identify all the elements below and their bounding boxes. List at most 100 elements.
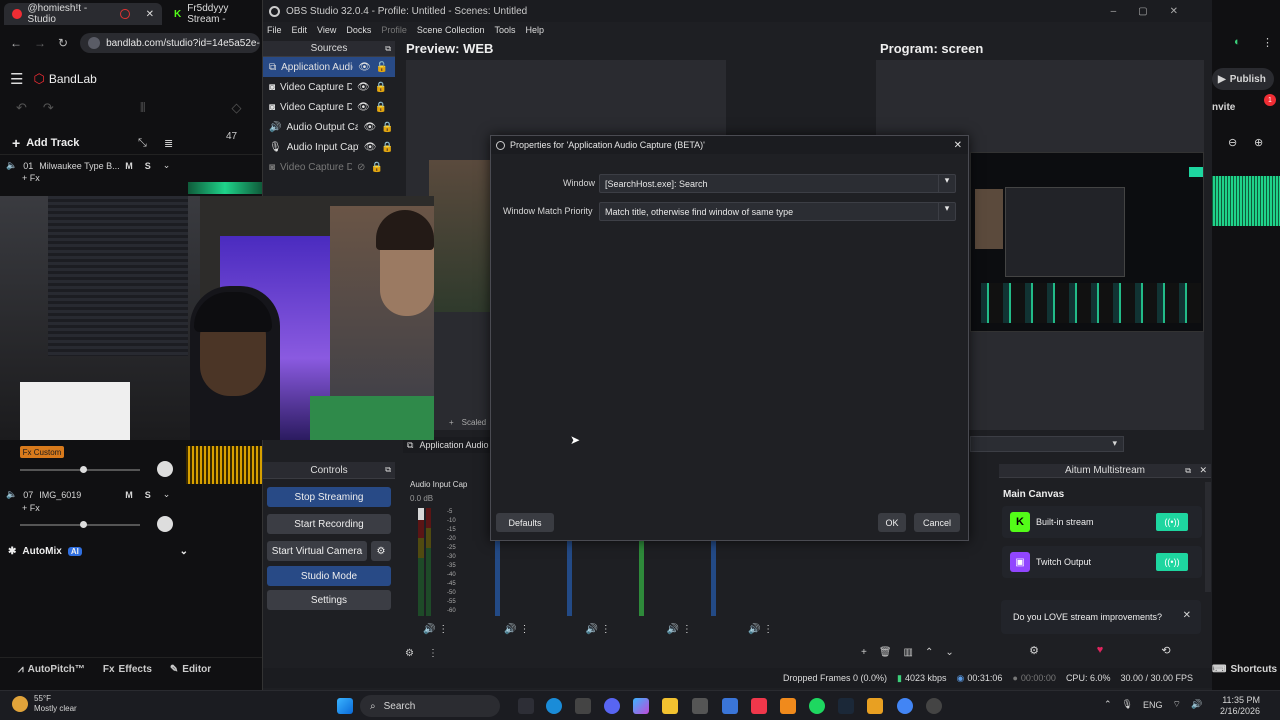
dock-float-icon[interactable]: ⧉ bbox=[385, 44, 391, 54]
volume-icon[interactable]: 🔊 ⋮ bbox=[585, 624, 610, 635]
bandlab-app-icon[interactable] bbox=[867, 698, 883, 714]
editor-button[interactable]: ✎ Editor bbox=[170, 664, 211, 675]
automix-row[interactable]: ✱ AutoMix AI ⌄ bbox=[8, 546, 188, 557]
ok-button[interactable]: OK bbox=[878, 513, 906, 532]
fx-custom-badge[interactable]: Fx Custom bbox=[20, 446, 64, 458]
eye-icon[interactable]: 👁 bbox=[357, 102, 370, 113]
close-icon[interactable]: ✕ bbox=[1199, 465, 1207, 476]
chrome-icon[interactable] bbox=[897, 698, 913, 714]
stream-toggle-button[interactable]: ((•)) bbox=[1156, 513, 1188, 531]
menu-docks[interactable]: Docks bbox=[346, 25, 371, 35]
shortcuts-button[interactable]: ⌨ Shortcuts bbox=[1212, 664, 1277, 675]
chevron-down-icon[interactable]: ⌄ bbox=[163, 489, 171, 500]
output-row[interactable]: K Built-in stream ((•)) bbox=[1002, 506, 1202, 538]
epic-games-icon[interactable] bbox=[575, 698, 591, 714]
tuner-icon[interactable]: ◇ bbox=[232, 100, 242, 116]
taskbar-search[interactable]: ⌕ Search bbox=[360, 695, 500, 717]
lock-icon[interactable]: 🔒 bbox=[375, 102, 387, 113]
menu-scene-collection[interactable]: Scene Collection bbox=[417, 25, 485, 35]
lock-icon[interactable]: 🔒 bbox=[381, 142, 393, 153]
scrollbar[interactable] bbox=[1205, 482, 1211, 592]
source-item[interactable]: ◙ Video Capture Dev 👁 🔒 bbox=[263, 77, 395, 97]
menu-view[interactable]: View bbox=[317, 25, 336, 35]
lock-icon[interactable]: 🔒 bbox=[381, 122, 393, 133]
solo-button[interactable]: S bbox=[145, 490, 151, 500]
window-controls[interactable]: –▢✕ bbox=[1111, 6, 1212, 17]
sliders-icon[interactable]: ≣ bbox=[164, 137, 173, 150]
eye-icon[interactable]: 👁 bbox=[357, 82, 370, 93]
eye-icon[interactable]: 👁 bbox=[363, 122, 376, 133]
pan-knob[interactable] bbox=[157, 516, 173, 532]
hamburger-icon[interactable]: ☰ bbox=[10, 70, 23, 88]
up-arrow-icon[interactable]: ⌃ bbox=[925, 647, 933, 658]
menu-help[interactable]: Help bbox=[525, 25, 544, 35]
down-arrow-icon[interactable]: ⌄ bbox=[945, 647, 953, 658]
mixer-settings-icon[interactable]: ⚙ bbox=[405, 648, 414, 659]
solo-button[interactable]: S bbox=[145, 161, 151, 171]
spotify-icon[interactable] bbox=[809, 698, 825, 714]
dock-float-icon[interactable]: ⧉ bbox=[1185, 466, 1191, 476]
volume-icon[interactable]: 🔊 ⋮ bbox=[504, 624, 529, 635]
add-track-button[interactable]: + Add Track bbox=[12, 135, 79, 151]
back-icon[interactable]: ← bbox=[10, 36, 22, 50]
steam-icon[interactable] bbox=[838, 698, 854, 714]
priority-select[interactable]: Match title, otherwise find window of sa… bbox=[599, 202, 956, 221]
wifi-icon[interactable]: ⌔ bbox=[1173, 699, 1181, 710]
autopitch-button[interactable]: ⩘ AutoPitch™ bbox=[18, 664, 85, 675]
menu-dots-icon[interactable]: ⋮ bbox=[1262, 36, 1273, 49]
browser-tab[interactable]: @homiesh!t - Studio ✕ bbox=[4, 3, 162, 25]
stop-streaming-button[interactable]: Stop Streaming bbox=[267, 487, 391, 507]
filter-icon[interactable]: ▥ bbox=[904, 647, 913, 658]
discord-icon[interactable] bbox=[604, 698, 620, 714]
weather-widget[interactable]: 55°F Mostly clear bbox=[12, 694, 77, 714]
edge-icon[interactable] bbox=[546, 698, 562, 714]
copilot-icon[interactable] bbox=[633, 698, 649, 714]
close-tab-icon[interactable]: ✕ bbox=[146, 9, 154, 20]
pan-knob[interactable] bbox=[157, 461, 173, 477]
volume-slider[interactable] bbox=[20, 466, 140, 473]
lock-icon[interactable]: 🔒 bbox=[370, 162, 382, 173]
menu-tools[interactable]: Tools bbox=[494, 25, 515, 35]
speaker-tray-icon[interactable]: 🔊 bbox=[1191, 699, 1202, 710]
more-icon[interactable]: ⋮ bbox=[428, 648, 438, 659]
mic-tray-icon[interactable]: 🎙 bbox=[1122, 699, 1133, 710]
source-item[interactable]: ⧉ Application Audio 👁 🔓 bbox=[263, 57, 395, 77]
lock-open-icon[interactable]: 🔓 bbox=[376, 62, 388, 73]
menu-edit[interactable]: Edit bbox=[292, 25, 308, 35]
windows-start-icon[interactable] bbox=[337, 698, 353, 714]
slider-thumb[interactable] bbox=[80, 521, 87, 528]
chevron-down-icon[interactable]: ⌄ bbox=[163, 160, 171, 171]
mute-button[interactable]: M bbox=[125, 161, 133, 171]
source-item[interactable]: ◙ Video Capture Dev ⊘ 🔒 bbox=[263, 157, 395, 177]
site-info-icon[interactable] bbox=[88, 37, 101, 49]
reload-icon[interactable]: ↻ bbox=[58, 36, 68, 50]
publish-button[interactable]: ▶ Publish bbox=[1212, 68, 1274, 90]
transition-select[interactable]: ▾ bbox=[970, 436, 1124, 452]
cloud-app-icon[interactable] bbox=[780, 698, 796, 714]
mute-button[interactable]: M bbox=[125, 490, 133, 500]
settings-button[interactable]: Settings bbox=[267, 590, 391, 610]
chevron-down-icon[interactable]: ⌄ bbox=[180, 546, 188, 557]
menu-file[interactable]: File bbox=[267, 25, 282, 35]
eye-hidden-icon[interactable]: ⊘ bbox=[357, 162, 365, 173]
store-icon[interactable] bbox=[722, 698, 738, 714]
close-icon[interactable]: ✕ bbox=[954, 140, 968, 151]
heart-icon[interactable]: ♥ bbox=[1067, 644, 1133, 656]
browser-tab[interactable]: K Fr5ddyyy Stream - bbox=[166, 3, 262, 25]
refresh-icon[interactable]: ⟲ bbox=[1133, 644, 1199, 657]
address-bar[interactable]: bandlab.com/studio?id=14e5a52e-99 bbox=[80, 33, 261, 53]
effects-button[interactable]: Fx Effects bbox=[103, 664, 152, 675]
volume-icon[interactable]: 🔊 ⋮ bbox=[748, 624, 773, 635]
source-item[interactable]: 🔊 Audio Output Cap 👁 🔒 bbox=[263, 117, 395, 137]
music-app-icon[interactable] bbox=[751, 698, 767, 714]
cancel-button[interactable]: Cancel bbox=[914, 513, 960, 532]
extension-icon[interactable]: ◐ bbox=[1234, 36, 1241, 48]
invite-button[interactable]: nvite bbox=[1212, 102, 1235, 113]
stream-toggle-button[interactable]: ((•)) bbox=[1156, 553, 1188, 571]
gear-icon[interactable]: ⚙ bbox=[1001, 644, 1067, 657]
task-view-icon[interactable] bbox=[518, 698, 534, 714]
chevron-up-icon[interactable]: ⌃ bbox=[1104, 699, 1112, 710]
file-explorer-icon[interactable] bbox=[662, 698, 678, 714]
output-row[interactable]: ▣ Twitch Output ((•)) bbox=[1002, 546, 1202, 578]
undo-icon[interactable]: ↶ bbox=[16, 100, 27, 116]
